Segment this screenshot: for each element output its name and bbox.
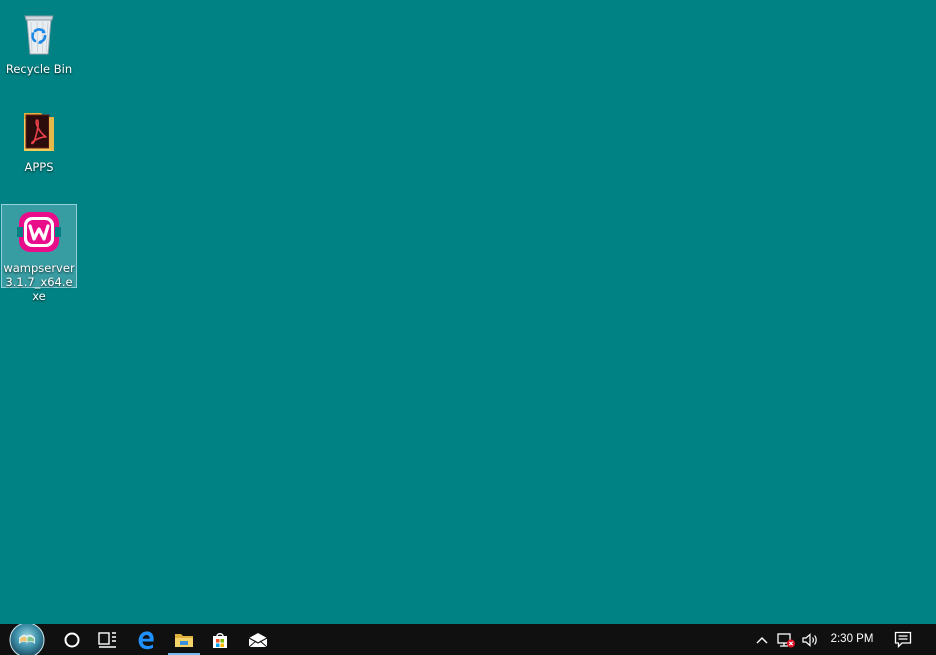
- tray-volume-button[interactable]: [798, 624, 822, 655]
- taskbar-edge-button[interactable]: [128, 624, 164, 655]
- taskbar: 2:30 PM: [0, 624, 936, 655]
- start-button[interactable]: [6, 624, 48, 655]
- desktop-icon-wampserver[interactable]: wampserver3.1.7_x64.exe: [1, 204, 77, 303]
- task-view-icon: [98, 631, 116, 648]
- volume-icon: [802, 632, 817, 647]
- taskbar-store-button[interactable]: [202, 624, 238, 655]
- tray-show-hidden-icons-button[interactable]: [752, 624, 772, 655]
- desktop[interactable]: Recycle Bin APPS wampserver3.1.7_x64.exe: [0, 0, 936, 624]
- taskbar-task-view-button[interactable]: [90, 624, 126, 655]
- tray-network-button[interactable]: [774, 624, 798, 655]
- store-icon: [213, 632, 227, 648]
- cortana-circle-icon: [64, 632, 80, 647]
- action-center-icon: [894, 631, 912, 648]
- desktop-icon-apps-folder[interactable]: APPS: [1, 104, 77, 178]
- wampserver-icon: [17, 212, 61, 252]
- edge-icon: [138, 630, 154, 649]
- recycle-bin-icon: [24, 15, 54, 55]
- chevron-up-icon: [756, 636, 768, 643]
- start-orb-icon: [9, 624, 45, 655]
- tray-action-center-button[interactable]: [888, 624, 918, 655]
- network-disconnected-icon: [777, 632, 795, 647]
- taskbar-file-explorer-button[interactable]: [166, 624, 202, 655]
- desktop-icon-label: wampserver3.1.7_x64.exe: [3, 261, 75, 303]
- taskbar-cortana-button[interactable]: [54, 624, 90, 655]
- desktop-icon-label: APPS: [24, 160, 54, 174]
- desktop-icon-recycle-bin[interactable]: Recycle Bin: [1, 6, 77, 80]
- desktop-icon-label: Recycle Bin: [5, 62, 73, 76]
- taskbar-clock[interactable]: 2:30 PM: [820, 624, 884, 655]
- file-explorer-icon: [175, 633, 193, 647]
- taskbar-mail-button[interactable]: [240, 624, 276, 655]
- mail-icon: [248, 632, 268, 647]
- folder-pdf-icon: [24, 113, 54, 151]
